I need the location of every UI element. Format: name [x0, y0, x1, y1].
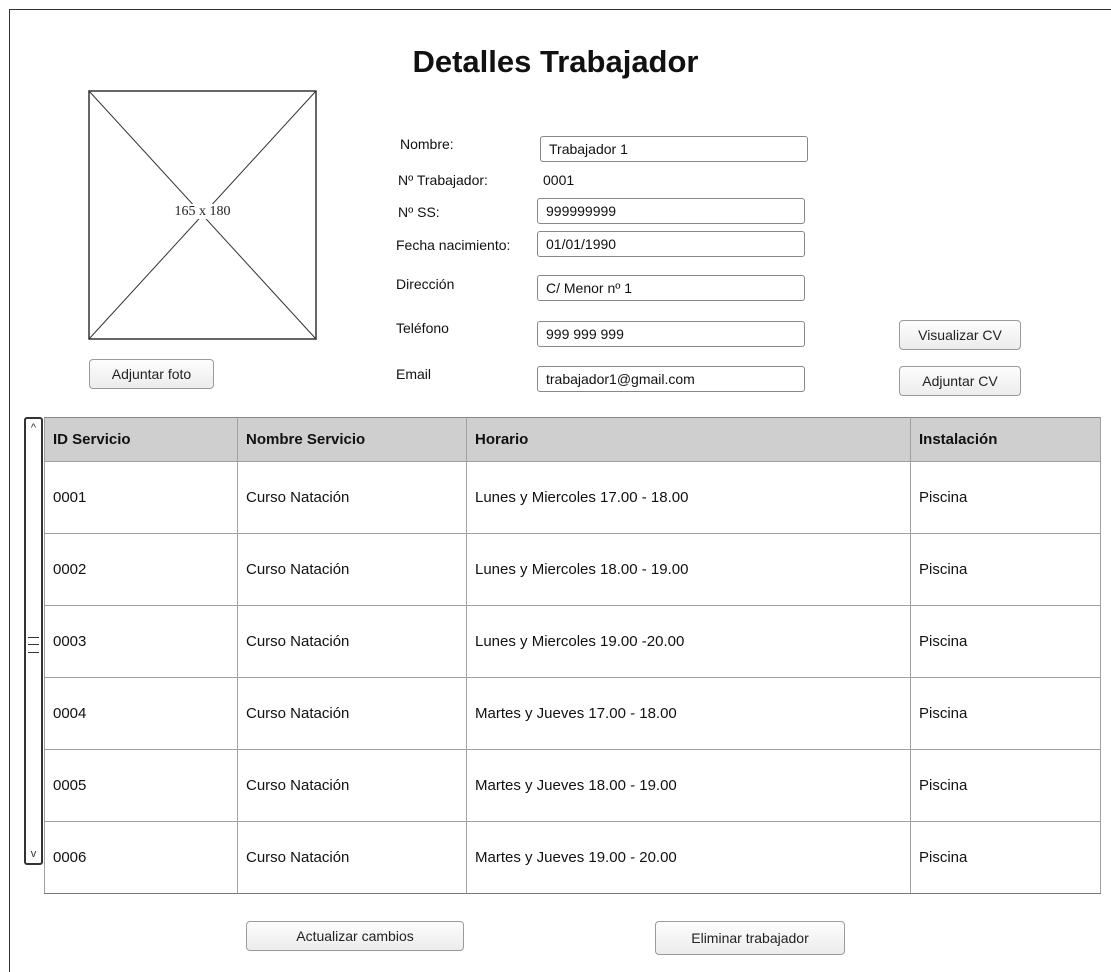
- direccion-label: Dirección: [396, 276, 455, 292]
- update-changes-button[interactable]: Actualizar cambios: [246, 921, 464, 951]
- photo-size-label: 165 x 180: [172, 204, 233, 219]
- attach-photo-button[interactable]: Adjuntar foto: [89, 359, 214, 389]
- cell-nombre: Curso Natación: [237, 533, 467, 606]
- delete-worker-button[interactable]: Eliminar trabajador: [655, 921, 845, 955]
- header-instalacion[interactable]: Instalación: [910, 417, 1101, 462]
- ss-field[interactable]: [537, 198, 805, 224]
- telefono-label: Teléfono: [396, 320, 449, 336]
- chevron-up-icon[interactable]: ^: [26, 420, 41, 436]
- cell-nombre: Curso Natación: [237, 677, 467, 750]
- numero-trabajador-value: 0001: [543, 172, 575, 188]
- header-horario[interactable]: Horario: [466, 417, 911, 462]
- nombre-label: Nombre:: [400, 136, 454, 152]
- table-row[interactable]: 0001 Curso Natación Lunes y Miercoles 17…: [44, 461, 1101, 534]
- cell-id: 0001: [44, 461, 238, 534]
- cell-id: 0002: [44, 533, 238, 606]
- table-row[interactable]: 0004 Curso Natación Martes y Jueves 17.0…: [44, 677, 1101, 750]
- ss-label: Nº SS:: [398, 204, 440, 220]
- header-id-servicio[interactable]: ID Servicio: [44, 417, 238, 462]
- table-scrollbar[interactable]: ^ v: [24, 417, 43, 865]
- email-field[interactable]: [537, 366, 805, 392]
- cell-id: 0004: [44, 677, 238, 750]
- photo-placeholder: 165 x 180: [88, 90, 317, 340]
- fecha-nacimiento-label: Fecha nacimiento:: [396, 237, 511, 253]
- cell-nombre: Curso Natación: [237, 461, 467, 534]
- cell-instalacion: Piscina: [910, 677, 1101, 750]
- cell-horario: Lunes y Miercoles 17.00 - 18.00: [466, 461, 911, 534]
- fecha-nacimiento-field[interactable]: [537, 231, 805, 257]
- cell-horario: Martes y Jueves 18.00 - 19.00: [466, 749, 911, 822]
- cell-instalacion: Piscina: [910, 533, 1101, 606]
- cell-id: 0005: [44, 749, 238, 822]
- chevron-down-icon[interactable]: v: [26, 846, 41, 862]
- table-row[interactable]: 0005 Curso Natación Martes y Jueves 18.0…: [44, 749, 1101, 822]
- cell-nombre: Curso Natación: [237, 821, 467, 894]
- table-header-row: ID Servicio Nombre Servicio Horario Inst…: [44, 417, 1101, 462]
- attach-cv-button[interactable]: Adjuntar CV: [899, 366, 1021, 396]
- email-label: Email: [396, 366, 432, 382]
- cell-nombre: Curso Natación: [237, 749, 467, 822]
- numero-trabajador-label: Nº Trabajador:: [398, 172, 488, 188]
- header-nombre-servicio[interactable]: Nombre Servicio: [237, 417, 467, 462]
- cell-horario: Martes y Jueves 17.00 - 18.00: [466, 677, 911, 750]
- cell-instalacion: Piscina: [910, 749, 1101, 822]
- cell-horario: Lunes y Miercoles 18.00 - 19.00: [466, 533, 911, 606]
- services-table: ID Servicio Nombre Servicio Horario Inst…: [44, 417, 1101, 894]
- view-cv-button[interactable]: Visualizar CV: [899, 320, 1021, 350]
- page-title: Detalles Trabajador: [412, 44, 699, 79]
- telefono-field[interactable]: [537, 321, 805, 347]
- cell-nombre: Curso Natación: [237, 605, 467, 678]
- cell-instalacion: Piscina: [910, 461, 1101, 534]
- direccion-field[interactable]: [537, 275, 805, 301]
- nombre-field[interactable]: [540, 136, 808, 162]
- table-row[interactable]: 0006 Curso Natación Martes y Jueves 19.0…: [44, 821, 1101, 894]
- cell-id: 0003: [44, 605, 238, 678]
- cell-instalacion: Piscina: [910, 605, 1101, 678]
- cell-horario: Martes y Jueves 19.00 - 20.00: [466, 821, 911, 894]
- cell-instalacion: Piscina: [910, 821, 1101, 894]
- table-row[interactable]: 0002 Curso Natación Lunes y Miercoles 18…: [44, 533, 1101, 606]
- table-row[interactable]: 0003 Curso Natación Lunes y Miercoles 19…: [44, 605, 1101, 678]
- cell-id: 0006: [44, 821, 238, 894]
- cell-horario: Lunes y Miercoles 19.00 -20.00: [466, 605, 911, 678]
- scroll-grip-icon[interactable]: [28, 637, 39, 653]
